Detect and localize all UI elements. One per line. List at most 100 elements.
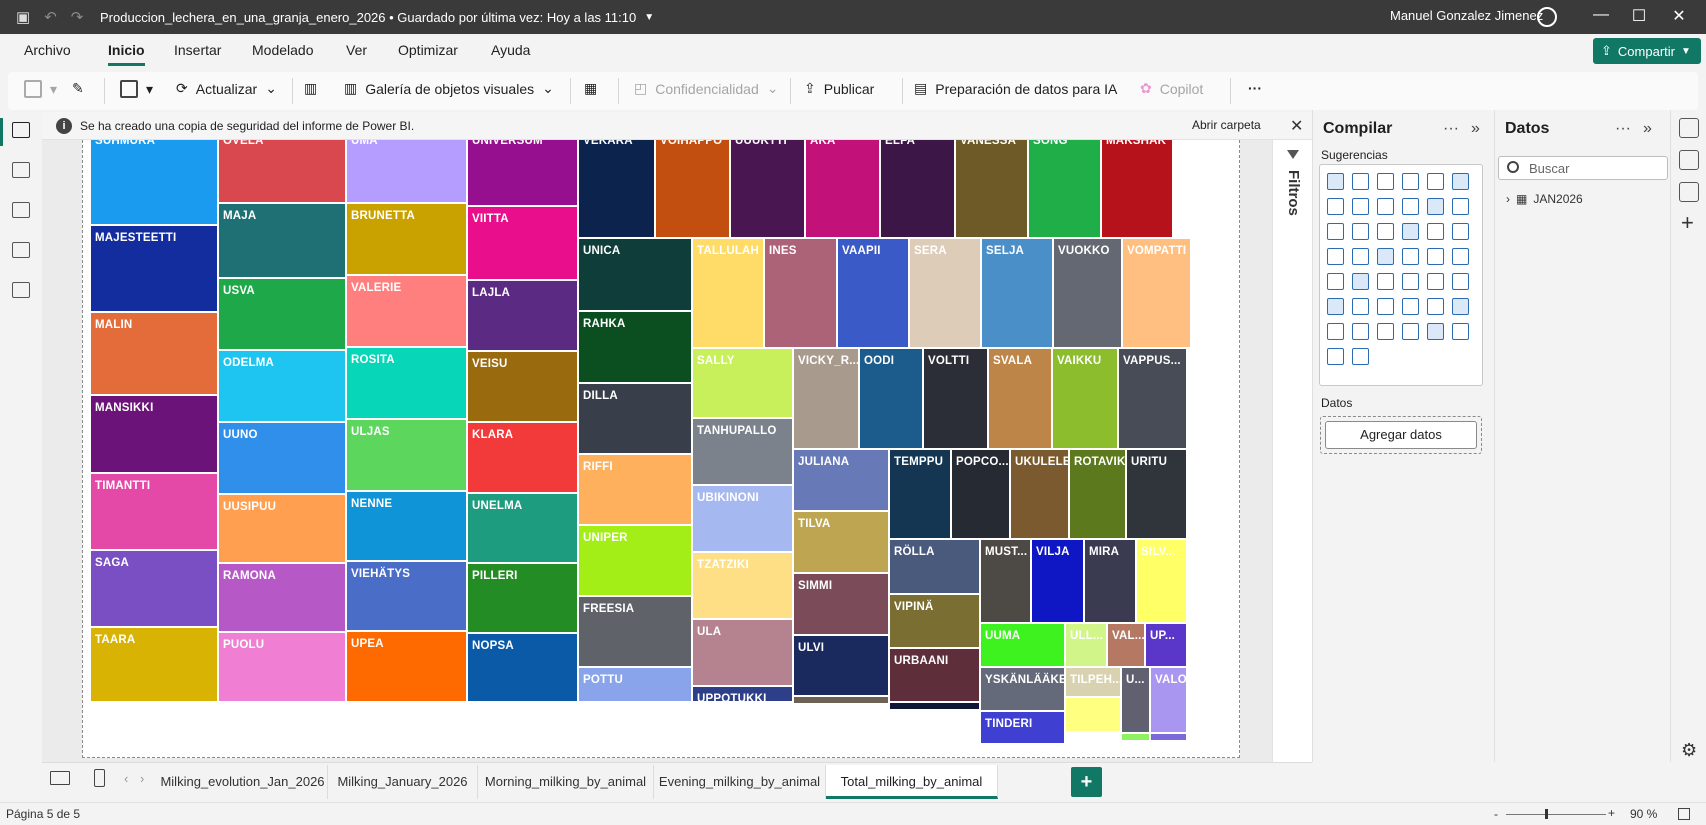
model-view-icon[interactable]	[12, 202, 30, 218]
treemap-tile[interactable]: INES	[764, 238, 837, 348]
treemap-tile[interactable]: VOMPATTI	[1122, 238, 1191, 348]
visual-type-icon[interactable]	[1352, 348, 1369, 365]
paste-button[interactable]: ▾	[24, 80, 57, 98]
add-page-button[interactable]: +	[1071, 767, 1102, 797]
treemap-tile[interactable]: NENNE	[346, 491, 467, 561]
visual-type-icon[interactable]	[1352, 223, 1369, 240]
treemap-tile[interactable]: VALONTUOJA	[1150, 667, 1187, 733]
more-options-button[interactable]: ···	[1248, 80, 1262, 96]
visual-type-icon[interactable]	[1327, 173, 1344, 190]
table-view-icon[interactable]	[12, 162, 30, 178]
close-icon[interactable]: ✕	[1290, 116, 1303, 136]
visual-type-icon[interactable]	[1327, 298, 1344, 315]
zoom-slider-thumb[interactable]	[1545, 809, 1548, 819]
treemap-tile[interactable]: UNELMA	[467, 493, 578, 563]
visual-type-icon[interactable]	[1377, 248, 1394, 265]
table-tree-item[interactable]: › ▦ JAN2026	[1506, 192, 1583, 206]
treemap-tile[interactable]: PUOLU	[218, 632, 346, 702]
add-pane-icon[interactable]: +	[1681, 210, 1694, 236]
treemap-tile[interactable]: MAJA	[218, 203, 346, 278]
redo-icon[interactable]: ↷	[71, 8, 84, 26]
tab-milking-january[interactable]: Milking_January_2026	[328, 765, 478, 799]
treemap-tile[interactable]: POTTU	[578, 667, 692, 702]
treemap-tile[interactable]: USVA	[218, 278, 346, 350]
more-icon[interactable]: ···	[1615, 120, 1631, 138]
refresh-button[interactable]: ⟳ Actualizar ⌄	[176, 80, 277, 97]
treemap-tile[interactable]: URITU	[1126, 449, 1187, 539]
treemap-tile[interactable]: TILPEH...	[1065, 667, 1121, 697]
visual-type-icon[interactable]	[1402, 198, 1419, 215]
treemap-tile[interactable]: VEISU	[467, 351, 578, 422]
treemap-tile[interactable]	[1121, 733, 1150, 741]
treemap-tile[interactable]: SIMMI	[793, 573, 889, 635]
treemap-tile[interactable]: TAARA	[90, 627, 218, 702]
visual-type-icon[interactable]	[1402, 173, 1419, 190]
treemap-tile[interactable]: SAGA	[90, 550, 218, 627]
treemap-tile[interactable]: ODELMA	[218, 350, 346, 422]
treemap-tile[interactable]: UBIKINONI	[692, 485, 793, 552]
treemap-tile[interactable]: UP...	[1145, 623, 1187, 667]
visual-type-icon[interactable]	[1377, 323, 1394, 340]
treemap-tile[interactable]: UUUKTTI	[730, 140, 805, 238]
treemap-tile[interactable]: ROTAVIK	[1069, 449, 1126, 539]
menu-archivo[interactable]: Archivo	[24, 42, 71, 58]
zoom-slider[interactable]	[1506, 814, 1606, 815]
visual-type-icon[interactable]	[1352, 273, 1369, 290]
chevron-right-icon[interactable]: ›	[1506, 192, 1510, 206]
visual-type-icon[interactable]	[1352, 298, 1369, 315]
document-title[interactable]: Produccion_lechera_en_una_granja_enero_2…	[100, 10, 636, 25]
visual-gallery-button[interactable]: ▥ Galería de objetos visuales ⌄	[344, 80, 554, 97]
treemap-tile[interactable]: VAL...	[1107, 623, 1145, 667]
treemap-tile[interactable]: ULJAS	[346, 419, 467, 491]
visual-type-icon[interactable]	[1427, 223, 1444, 240]
report-view-icon[interactable]	[12, 122, 30, 138]
treemap-tile[interactable]: BRUNETTA	[346, 203, 467, 275]
visual-type-icon[interactable]	[1427, 298, 1444, 315]
treemap-tile[interactable]: SUHMURA	[90, 140, 218, 225]
treemap-tile[interactable]: VALERIE	[346, 275, 467, 347]
visual-type-icon[interactable]	[1427, 173, 1444, 190]
visual-type-icon[interactable]	[1452, 223, 1469, 240]
visual-type-icon[interactable]	[1452, 298, 1469, 315]
dax-query-icon[interactable]	[12, 242, 30, 258]
treemap-tile[interactable]: TINDERI	[980, 711, 1065, 744]
data-pane-icon[interactable]	[1679, 118, 1699, 138]
collapse-icon[interactable]: »	[1643, 120, 1652, 138]
treemap-tile[interactable]: UPEA	[346, 631, 467, 702]
treemap-tile[interactable]: JULIANA	[793, 449, 889, 511]
open-folder-link[interactable]: Abrir carpeta	[1192, 118, 1261, 132]
visual-type-icon[interactable]	[1452, 198, 1469, 215]
treemap-tile[interactable]: RAMONA	[218, 563, 346, 632]
publish-button[interactable]: ⇪ Publicar	[804, 80, 874, 97]
user-name[interactable]: Manuel Gonzalez Jimenez	[1390, 8, 1543, 23]
treemap-tile[interactable]: VEKARA	[578, 140, 655, 238]
treemap-tile[interactable]: MAJESTEETTI	[90, 225, 218, 312]
treemap-tile[interactable]: VUOKKO	[1053, 238, 1122, 348]
menu-ayuda[interactable]: Ayuda	[491, 42, 530, 58]
treemap-tile[interactable]: LAJLA	[467, 280, 578, 351]
chevron-down-icon[interactable]: ▼	[644, 12, 654, 23]
avatar[interactable]	[1537, 7, 1557, 27]
treemap-tile[interactable]: UUSIPUU	[218, 494, 346, 563]
visual-type-icon[interactable]	[1352, 173, 1369, 190]
treemap-tile[interactable]: MANSIKKI	[90, 395, 218, 473]
menu-ver[interactable]: Ver	[346, 42, 367, 58]
tab-morning-milking[interactable]: Morning_milking_by_animal	[478, 765, 654, 799]
visual-type-icon[interactable]	[1452, 273, 1469, 290]
visual-type-icon[interactable]	[1327, 323, 1344, 340]
treemap-tile[interactable]: VAIKKU	[1052, 348, 1118, 449]
treemap-tile[interactable]: UNIVERSUM	[467, 140, 578, 206]
visual-type-icon[interactable]	[1402, 298, 1419, 315]
treemap-tile[interactable]: RIFFI	[578, 454, 692, 525]
close-button[interactable]: ✕	[1664, 6, 1694, 26]
treemap-tile[interactable]: MUST...	[980, 539, 1031, 623]
treemap-tile[interactable]: AKA	[805, 140, 880, 238]
visual-type-icon[interactable]	[1427, 273, 1444, 290]
treemap-tile[interactable]: YSKÄNLÄÄKE	[980, 667, 1065, 711]
treemap-tile[interactable]: NOPSA	[467, 633, 578, 702]
maximize-button[interactable]: ☐	[1624, 6, 1654, 26]
calculator-button[interactable]: ▦	[584, 80, 597, 97]
treemap-tile[interactable]: VANAMO	[793, 696, 889, 704]
treemap-tile[interactable]: DILLA	[578, 383, 692, 454]
treemap-tile[interactable]: URBAANI	[889, 648, 980, 702]
